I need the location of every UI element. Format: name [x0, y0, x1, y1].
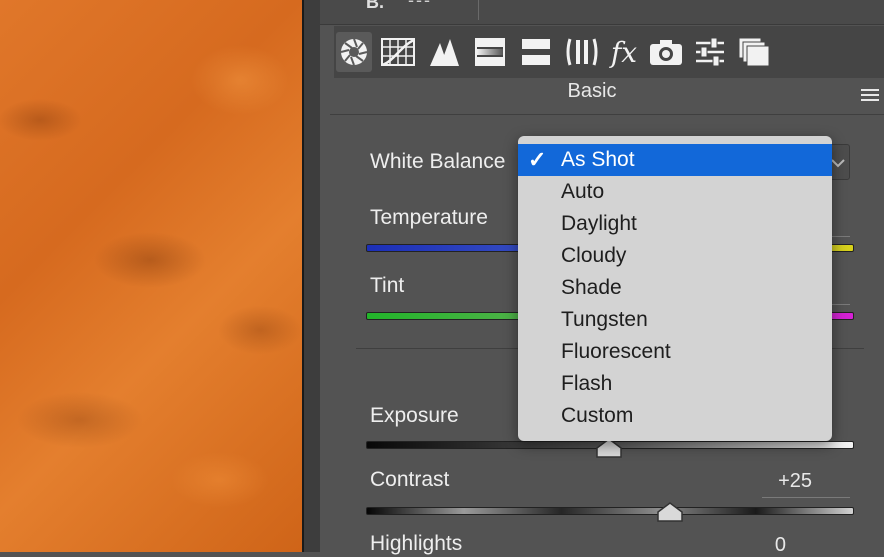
contrast-value-underline — [762, 497, 850, 498]
dropdown-option-cloudy[interactable]: Cloudy — [518, 240, 832, 272]
contrast-label: Contrast — [370, 468, 450, 491]
exposure-label: Exposure — [370, 404, 459, 427]
dropdown-option-fluorescent[interactable]: Fluorescent — [518, 336, 832, 368]
fx-effects-icon[interactable]: fx — [606, 32, 642, 72]
white-balance-label: White Balance — [370, 150, 506, 173]
dropdown-option-tungsten[interactable]: Tungsten — [518, 304, 832, 336]
panel-scrollbar-gutter[interactable] — [304, 0, 320, 552]
contrast-slider[interactable] — [366, 507, 854, 515]
option-label: Daylight — [561, 212, 637, 235]
dropdown-option-as-shot[interactable]: ✓ As Shot — [518, 144, 832, 176]
top-strip: B. --- — [320, 0, 884, 25]
lens-corrections-icon[interactable] — [564, 32, 600, 72]
top-strip-separator — [478, 0, 479, 20]
presets-sliders-icon[interactable] — [692, 32, 728, 72]
tint-label: Tint — [370, 274, 405, 297]
panel-menu-icon[interactable] — [860, 88, 880, 102]
dropdown-option-custom[interactable]: Custom — [518, 400, 832, 432]
highlights-value[interactable]: 0 — [706, 534, 786, 557]
basic-aperture-icon[interactable] — [336, 32, 372, 72]
detail-triangles-icon[interactable] — [426, 32, 462, 72]
option-label: Flash — [561, 372, 613, 395]
top-strip-dashes: --- — [408, 0, 432, 10]
contrast-value[interactable]: +25 — [732, 470, 812, 493]
exposure-slider-thumb[interactable] — [596, 438, 622, 458]
section-divider — [330, 114, 884, 115]
temperature-label: Temperature — [370, 206, 488, 229]
snapshots-stack-icon[interactable] — [736, 32, 772, 72]
contrast-slider-thumb[interactable] — [657, 502, 683, 522]
option-label: Fluorescent — [561, 340, 671, 363]
option-label: Auto — [561, 180, 605, 203]
chevron-down-icon — [831, 159, 845, 168]
dropdown-option-flash[interactable]: Flash — [518, 368, 832, 400]
camera-calibration-icon[interactable] — [648, 32, 684, 72]
option-label: Custom — [561, 404, 634, 427]
dropdown-option-shade[interactable]: Shade — [518, 272, 832, 304]
split-toning-icon[interactable] — [518, 32, 554, 72]
photo-preview — [0, 0, 302, 552]
check-mark-icon: ✓ — [528, 147, 547, 172]
highlights-label: Highlights — [370, 532, 463, 555]
dropdown-option-auto[interactable]: Auto — [518, 176, 832, 208]
hsl-gradient-icon[interactable] — [472, 32, 508, 72]
fx-effects-label: fx — [610, 35, 638, 69]
white-balance-dropdown: ✓ As Shot Auto Daylight Cloudy Shade Tun… — [518, 136, 832, 441]
tone-curve-grid-icon[interactable] — [380, 32, 416, 72]
option-label: Shade — [561, 276, 622, 299]
option-label: As Shot — [561, 148, 635, 171]
section-title: Basic — [567, 80, 617, 102]
panel-tabs-toolbar: fx — [334, 26, 884, 78]
dropdown-option-daylight[interactable]: Daylight — [518, 208, 832, 240]
option-label: Cloudy — [561, 244, 627, 267]
option-label: Tungsten — [561, 308, 648, 331]
top-strip-label: B. — [366, 0, 384, 12]
